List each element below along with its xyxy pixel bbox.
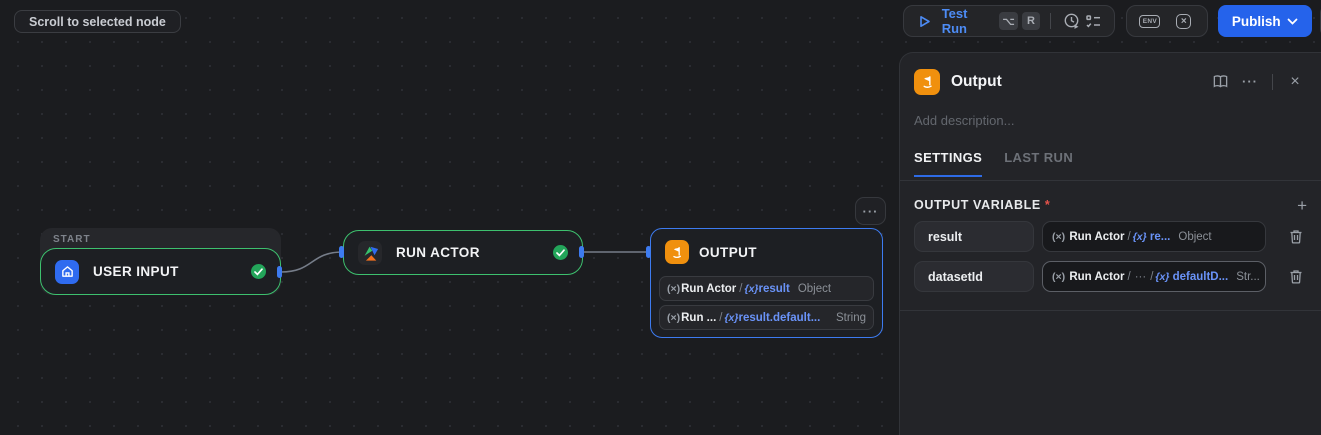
collapsed-path-ellipsis: ··· [1134, 270, 1147, 283]
start-node-group: START USER INPUT [40, 228, 281, 295]
delete-variable-button[interactable] [1285, 226, 1307, 248]
variable-token-icon: (×) [667, 282, 681, 295]
section-divider [900, 310, 1321, 311]
output-flag-icon [665, 240, 689, 264]
variable-path-token: result [758, 282, 790, 295]
env-variables-group: ENV × [1125, 5, 1208, 37]
output-port[interactable] [277, 266, 282, 278]
node-title: OUTPUT [699, 244, 757, 260]
node-title: USER INPUT [93, 264, 179, 279]
output-port[interactable] [579, 246, 584, 258]
path-separator: / [739, 282, 743, 295]
publish-label: Publish [1231, 13, 1281, 29]
variable-token-icon: (×) [667, 311, 681, 324]
fx-token-icon: {x} [1132, 230, 1147, 243]
variable-row-result: (×) Run Actor / {x} re... Object [914, 221, 1307, 252]
path-separator: / [1127, 270, 1131, 283]
type-label: String [835, 311, 866, 324]
trash-icon [1290, 230, 1302, 244]
path-separator: / [1127, 230, 1131, 243]
scroll-to-selected-node-button[interactable]: Scroll to selected node [14, 10, 181, 33]
required-indicator: * [1044, 198, 1050, 212]
source-node-token: Run ... [681, 311, 717, 324]
env-icon-label: ENV [1139, 14, 1161, 28]
node-detail-panel: Output ··· × Add description... SETTINGS… [899, 52, 1321, 435]
fx-token-icon: {x} [724, 311, 739, 324]
run-options-icon[interactable] [1082, 8, 1104, 34]
panel-header: Output ··· × [914, 68, 1307, 95]
chevron-down-icon [1287, 18, 1297, 25]
test-run-button[interactable]: Test Run [942, 6, 988, 36]
fx-token-icon: {x} [744, 282, 759, 295]
variable-reference-chip[interactable]: (×) Run Actor / {x} re... Object [1042, 221, 1266, 252]
scheduled-run-icon[interactable] [1061, 8, 1083, 34]
tab-last-run[interactable]: LAST RUN [1004, 150, 1073, 175]
source-node-token: Run Actor [1069, 230, 1125, 243]
start-group-label: START [53, 234, 91, 245]
docs-book-icon[interactable] [1208, 70, 1232, 94]
toolbar-divider [1049, 13, 1051, 29]
description-placeholder[interactable]: Add description... [914, 113, 1014, 128]
output-node-header: OUTPUT [659, 240, 874, 264]
output-mapping-chip[interactable]: (×) Run ... / {x} result.default... Stri… [659, 305, 874, 330]
variable-token-icon: (×) [1052, 270, 1066, 283]
source-node-token: Run Actor [1069, 270, 1125, 283]
input-port[interactable] [339, 246, 344, 258]
variable-path-token: re... [1149, 230, 1171, 243]
node-output[interactable]: OUTPUT (×) Run Actor / {x} result Object… [650, 228, 883, 338]
panel-title: Output [951, 72, 1002, 90]
panel-more-options-button[interactable]: ··· [1238, 70, 1262, 94]
variable-name-input[interactable] [914, 261, 1034, 292]
node-title: RUN ACTOR [396, 245, 480, 260]
test-run-group: Test Run ⌥ R [903, 5, 1116, 37]
variable-reference-chip[interactable]: (×) Run Actor / ··· / {x} defaultD... St… [1042, 261, 1266, 292]
delete-variable-button[interactable] [1285, 266, 1307, 288]
output-flag-icon [914, 68, 940, 95]
variable-row-datasetid: (×) Run Actor / ··· / {x} defaultD... St… [914, 261, 1307, 292]
header-divider [1272, 73, 1273, 90]
node-more-options-button[interactable]: ··· [855, 197, 886, 225]
fx-token-icon: {x} [1155, 270, 1170, 283]
shortcut-alt-key: ⌥ [999, 12, 1018, 30]
success-check-icon [553, 245, 568, 260]
actor-logo-icon [358, 240, 382, 265]
variable-path-token: result.default... [738, 311, 821, 324]
shortcut-r-key: R [1021, 12, 1040, 30]
output-mapping-chip[interactable]: (×) Run Actor / {x} result Object [659, 276, 874, 301]
node-user-input[interactable]: USER INPUT [40, 248, 281, 295]
top-toolbar: Test Run ⌥ R ENV × Publish [903, 5, 1321, 37]
publish-button[interactable]: Publish [1217, 5, 1312, 37]
trash-icon [1290, 270, 1302, 284]
tab-settings[interactable]: SETTINGS [914, 150, 983, 177]
path-separator: / [1150, 270, 1154, 283]
type-label: Str... [1236, 270, 1260, 283]
add-variable-button[interactable]: + [1297, 197, 1307, 214]
env-icon[interactable]: ENV [1137, 8, 1163, 34]
section-title: OUTPUT VARIABLE [914, 198, 1041, 212]
variable-name-input[interactable] [914, 221, 1034, 252]
type-label: Object [797, 282, 832, 295]
close-icon[interactable]: × [1283, 70, 1307, 94]
source-node-token: Run Actor [681, 282, 737, 295]
variables-icon-glyph: × [1176, 13, 1192, 29]
input-port[interactable] [646, 246, 651, 258]
path-separator: / [719, 311, 723, 324]
output-variable-section-header: OUTPUT VARIABLE * + [914, 196, 1307, 214]
node-run-actor[interactable]: RUN ACTOR [343, 230, 583, 275]
variable-token-icon: (×) [1052, 230, 1066, 243]
home-icon [55, 259, 79, 284]
type-label: Object [1178, 230, 1212, 243]
variables-icon[interactable]: × [1171, 8, 1197, 34]
variable-path-token: defaultD... [1172, 270, 1229, 283]
play-icon[interactable] [914, 8, 936, 34]
panel-tabs: SETTINGS LAST RUN [900, 150, 1321, 181]
success-check-icon [251, 264, 266, 279]
